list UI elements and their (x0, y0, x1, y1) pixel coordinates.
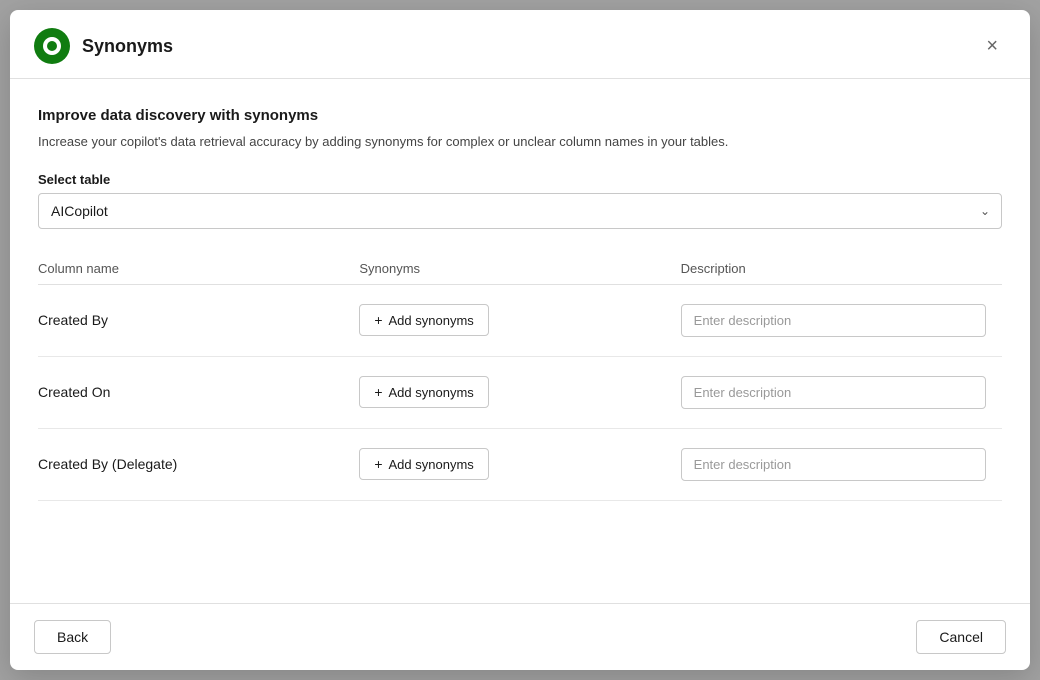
modal-overlay: Synonyms × Improve data discovery with s… (0, 0, 1040, 680)
close-button[interactable]: × (978, 32, 1006, 60)
modal-footer: Back Cancel (10, 603, 1030, 670)
description-input-0[interactable] (681, 304, 986, 337)
app-icon (34, 28, 70, 64)
col-header-column-name: Column name (38, 261, 359, 276)
table-header: Column name Synonyms Description (38, 253, 1002, 285)
col-header-description: Description (681, 261, 1002, 276)
app-icon-inner (43, 37, 61, 55)
back-button[interactable]: Back (34, 620, 111, 654)
description-cell-2 (681, 448, 1002, 481)
add-synonyms-label-1: Add synonyms (389, 385, 474, 400)
select-table-label: Select table (38, 172, 1002, 187)
footer-right: Cancel (916, 620, 1006, 654)
header-left: Synonyms (34, 28, 173, 64)
plus-icon-1: + (374, 384, 382, 400)
add-synonyms-button-1[interactable]: + Add synonyms (359, 376, 488, 408)
table-row: Created By + Add synonyms (38, 285, 1002, 357)
description-input-2[interactable] (681, 448, 986, 481)
column-name-1: Created On (38, 384, 359, 400)
table-select[interactable]: AICopilot (38, 193, 1002, 229)
synonyms-cell-1: + Add synonyms (359, 376, 680, 408)
synonyms-cell-0: + Add synonyms (359, 304, 680, 336)
table-row: Created By (Delegate) + Add synonyms (38, 429, 1002, 501)
synonyms-cell-2: + Add synonyms (359, 448, 680, 480)
modal-body: Improve data discovery with synonyms Inc… (10, 79, 1030, 603)
section-heading: Improve data discovery with synonyms (38, 107, 1002, 124)
cancel-button[interactable]: Cancel (916, 620, 1006, 654)
select-table-wrapper: AICopilot ⌄ (38, 193, 1002, 229)
col-header-synonyms: Synonyms (359, 261, 680, 276)
modal-title: Synonyms (82, 36, 173, 57)
description-cell-1 (681, 376, 1002, 409)
plus-icon-2: + (374, 456, 382, 472)
add-synonyms-label-2: Add synonyms (389, 457, 474, 472)
description-cell-0 (681, 304, 1002, 337)
add-synonyms-label-0: Add synonyms (389, 313, 474, 328)
table-row: Created On + Add synonyms (38, 357, 1002, 429)
footer-left: Back (34, 620, 111, 654)
plus-icon-0: + (374, 312, 382, 328)
add-synonyms-button-2[interactable]: + Add synonyms (359, 448, 488, 480)
modal-header: Synonyms × (10, 10, 1030, 79)
table-rows: Created By + Add synonyms Created On (38, 285, 1002, 604)
column-name-2: Created By (Delegate) (38, 456, 359, 472)
section-description: Increase your copilot's data retrieval a… (38, 132, 1002, 152)
description-input-1[interactable] (681, 376, 986, 409)
column-name-0: Created By (38, 312, 359, 328)
synonyms-modal: Synonyms × Improve data discovery with s… (10, 10, 1030, 670)
add-synonyms-button-0[interactable]: + Add synonyms (359, 304, 488, 336)
